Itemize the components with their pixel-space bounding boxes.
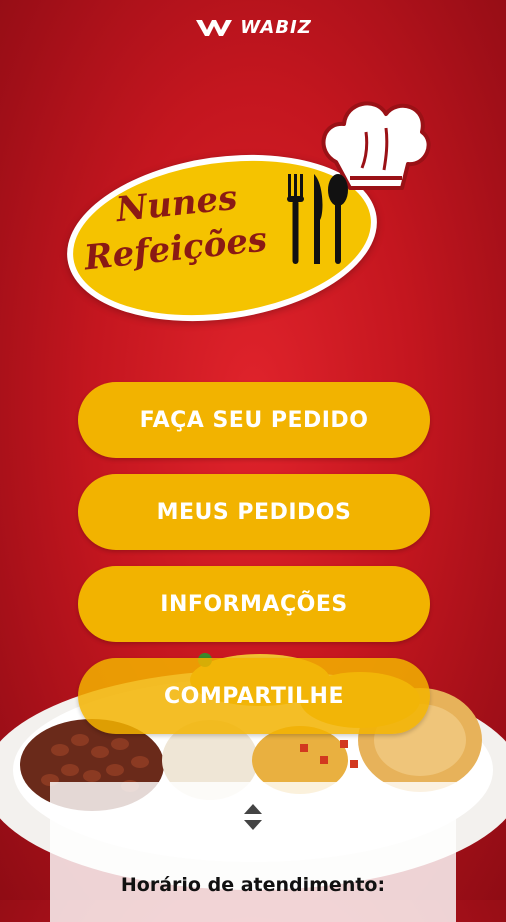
hours-title: Horário de atendimento:: [120, 874, 386, 896]
information-button[interactable]: INFORMAÇÕES: [78, 566, 430, 642]
information-label: INFORMAÇÕES: [160, 591, 348, 617]
place-order-label: FAÇA SEU PEDIDO: [139, 407, 369, 433]
cutlery-icon: [282, 170, 352, 274]
share-label: COMPARTILHE: [164, 683, 344, 709]
brand-header: WABIZ: [0, 12, 506, 42]
hours-panel: Horário de atendimento:: [50, 782, 456, 922]
expand-collapse-icon[interactable]: [242, 802, 264, 836]
my-orders-label: MEUS PEDIDOS: [156, 499, 352, 525]
restaurant-logo: Nunes Refeições: [56, 92, 458, 340]
share-button[interactable]: COMPARTILHE: [78, 658, 430, 734]
place-order-button[interactable]: FAÇA SEU PEDIDO: [78, 382, 430, 458]
wabiz-logo-icon: [194, 16, 234, 38]
my-orders-button[interactable]: MEUS PEDIDOS: [78, 474, 430, 550]
brand-name: WABIZ: [240, 16, 312, 38]
